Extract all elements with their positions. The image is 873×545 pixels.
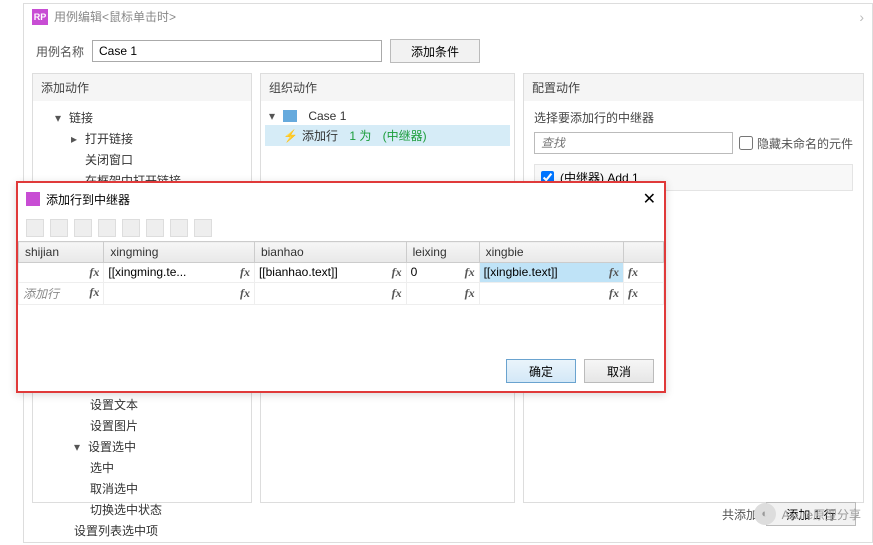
case-icon — [283, 110, 297, 122]
footer-text: 共添加 — [722, 506, 758, 523]
sub-toolbar — [18, 215, 664, 241]
tool-6[interactable] — [146, 219, 164, 237]
fx-icon[interactable]: fx — [392, 286, 402, 301]
tree-node-set-selected-group[interactable]: ▾设置选中 — [56, 436, 256, 457]
case-node[interactable]: ▾ Case 1 — [265, 107, 510, 125]
fx-icon[interactable]: fx — [89, 265, 99, 280]
watermark: ◐ Axure原型分享 — [754, 503, 861, 525]
col-leixing[interactable]: leixing — [406, 242, 479, 263]
col-shijian[interactable]: shijian — [19, 242, 104, 263]
app-icon — [26, 192, 40, 206]
fx-icon[interactable]: fx — [465, 265, 475, 280]
hide-unnamed-label[interactable]: 隐藏未命名的元件 — [739, 135, 853, 152]
fx-icon[interactable]: fx — [609, 286, 619, 301]
tool-1[interactable] — [26, 219, 44, 237]
case-name-input[interactable] — [92, 40, 382, 62]
configure-actions-header: 配置动作 — [524, 74, 863, 101]
tool-3[interactable] — [74, 219, 92, 237]
hide-unnamed-checkbox[interactable] — [739, 136, 753, 150]
sub-dialog-buttons: 确定 取消 — [506, 359, 654, 383]
add-condition-button[interactable]: 添加条件 — [390, 39, 480, 63]
col-xingming[interactable]: xingming — [104, 242, 255, 263]
chevron-right-icon[interactable]: › — [859, 9, 864, 25]
tree-node-links[interactable]: ▾链接 — [37, 107, 247, 128]
dialog-title-bar: RP 用例编辑<鼠标单击时> › — [24, 4, 872, 29]
dialog-title: 用例编辑<鼠标单击时> — [54, 8, 176, 25]
fx-icon[interactable]: fx — [240, 265, 250, 280]
tool-8[interactable] — [194, 219, 212, 237]
footer-row: 共添加 添加 1 行 — [24, 494, 864, 534]
tool-5[interactable] — [122, 219, 140, 237]
ok-button[interactable]: 确定 — [506, 359, 576, 383]
tree-node-open-link[interactable]: ▸打开链接 — [37, 128, 247, 149]
sub-dialog-title: 添加行到中继器 — [46, 191, 130, 208]
wechat-icon: ◐ — [754, 503, 776, 525]
app-icon: RP — [32, 9, 48, 25]
data-grid[interactable]: shijian xingming bianhao leixing xingbie… — [18, 241, 664, 305]
case-name-label: 用例名称 — [36, 43, 84, 60]
config-subheader: 选择要添加行的中继器 — [528, 107, 859, 130]
action-node-add-row[interactable]: ⚡ 添加行 1 为 (中继器) — [265, 125, 510, 146]
tool-4[interactable] — [98, 219, 116, 237]
fx-icon[interactable]: fx — [628, 286, 638, 300]
organize-actions-body: ▾ Case 1 ⚡ 添加行 1 为 (中继器) — [261, 101, 514, 152]
add-row-placeholder[interactable]: 添加行 fx fx fx fx fx fx — [19, 283, 664, 305]
search-repeater-input[interactable] — [534, 132, 733, 154]
add-actions-header: 添加动作 — [33, 74, 251, 101]
bolt-icon: ⚡ — [283, 129, 298, 143]
add-row-dialog: 添加行到中继器 ✕ shijian xingming bianhao leixi… — [16, 181, 666, 393]
fx-icon[interactable]: fx — [465, 286, 475, 301]
tree-node-set-image[interactable]: 设置图片 — [56, 415, 256, 436]
tree-node-close-window[interactable]: 关闭窗口 — [37, 149, 247, 170]
fx-icon[interactable]: fx — [89, 285, 99, 300]
tree-node-set-text[interactable]: 设置文本 — [56, 394, 256, 415]
tool-7[interactable] — [170, 219, 188, 237]
organize-actions-header: 组织动作 — [261, 74, 514, 101]
cancel-button[interactable]: 取消 — [584, 359, 654, 383]
fx-icon[interactable]: fx — [609, 265, 619, 280]
watermark-text: Axure原型分享 — [782, 506, 861, 523]
close-icon[interactable]: ✕ — [643, 189, 656, 209]
tool-2[interactable] — [50, 219, 68, 237]
grid-header-row: shijian xingming bianhao leixing xingbie — [19, 242, 664, 263]
col-bianhao[interactable]: bianhao — [254, 242, 406, 263]
fx-icon[interactable]: fx — [392, 265, 402, 280]
col-xingbie[interactable]: xingbie — [479, 242, 623, 263]
fx-icon[interactable]: fx — [628, 265, 638, 279]
fx-icon[interactable]: fx — [240, 286, 250, 301]
data-row-1[interactable]: fx [[xingming.te... fx [[bianhao.text]] … — [19, 263, 664, 283]
col-extra[interactable] — [624, 242, 664, 263]
sub-dialog-title-bar: 添加行到中继器 ✕ — [18, 183, 664, 215]
tree-node-selected[interactable]: 选中 — [56, 457, 256, 478]
case-name-row: 用例名称 添加条件 — [24, 29, 872, 73]
